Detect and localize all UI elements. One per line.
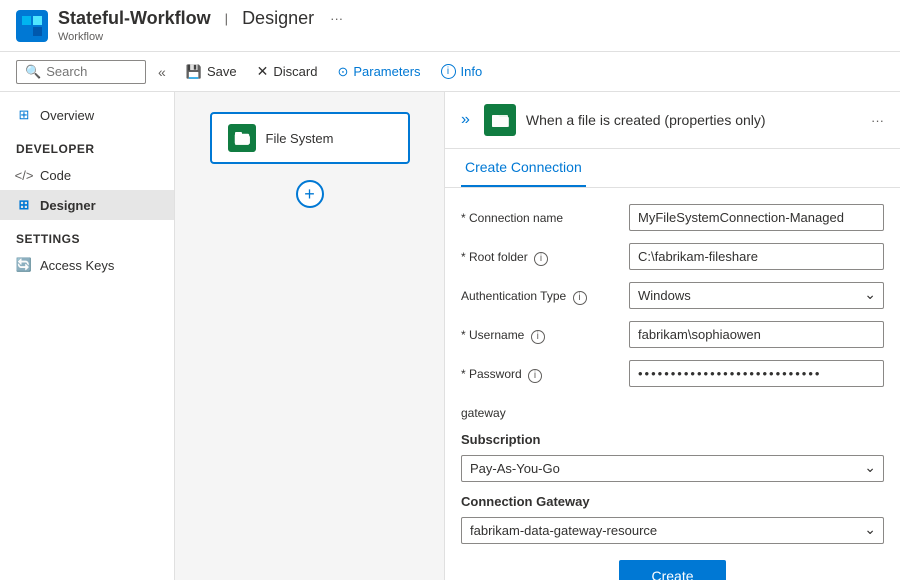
sidebar-item-code[interactable]: </> Code [0, 160, 174, 190]
app-header: Stateful-Workflow | Designer ··· Workflo… [0, 0, 900, 52]
code-label: Code [40, 168, 71, 183]
access-keys-icon: 🔄 [16, 257, 32, 273]
connection-gateway-select[interactable]: fabrikam-data-gateway-resource [461, 517, 884, 544]
app-logo [16, 10, 48, 42]
sidebar-item-overview[interactable]: ⊞ Overview [0, 100, 174, 130]
subscription-section: Subscription Pay-As-You-Go [461, 432, 884, 482]
content-area: File System + » When a file is created (… [175, 92, 900, 580]
panel-header: » When a file is created (properties onl… [445, 92, 900, 149]
tab-create-connection[interactable]: Create Connection [461, 149, 586, 187]
connection-gateway-section: Connection Gateway fabrikam-data-gateway… [461, 494, 884, 544]
sidebar: ⊞ Overview Developer </> Code ⊞ Designer… [0, 92, 175, 580]
main-layout: ⊞ Overview Developer </> Code ⊞ Designer… [0, 92, 900, 580]
username-label: * Username i [461, 321, 621, 344]
sidebar-item-access-keys[interactable]: 🔄 Access Keys [0, 250, 174, 280]
discard-icon: ✕ [257, 63, 269, 80]
parameters-label: Parameters [353, 64, 420, 79]
developer-section-header: Developer [0, 130, 174, 160]
root-folder-input[interactable] [629, 243, 884, 270]
overview-icon: ⊞ [16, 107, 32, 123]
panel-header-icon [484, 104, 516, 136]
header-dots[interactable]: ··· [330, 11, 343, 26]
connection-gateway-title: Connection Gateway [461, 494, 884, 509]
search-input[interactable] [46, 64, 137, 79]
connection-name-input[interactable] [629, 204, 884, 231]
auth-type-row: Authentication Type i Windows [461, 282, 884, 309]
gateway-row: gateway [461, 399, 884, 420]
password-input[interactable] [629, 360, 884, 387]
sidebar-item-designer[interactable]: ⊞ Designer [0, 190, 174, 220]
file-system-icon [228, 124, 256, 152]
workflow-title: Stateful-Workflow [58, 8, 211, 29]
discard-button[interactable]: ✕ Discard [249, 59, 326, 84]
panel-header-title: When a file is created (properties only) [526, 112, 861, 128]
save-label: Save [207, 64, 237, 79]
connection-name-field [629, 204, 884, 231]
file-system-node[interactable]: File System [210, 112, 410, 164]
password-field [629, 360, 884, 387]
gateway-label: gateway [461, 399, 621, 420]
password-info-icon[interactable]: i [528, 369, 542, 383]
username-row: * Username i [461, 321, 884, 348]
action-panel: » When a file is created (properties onl… [445, 92, 900, 580]
save-button[interactable]: 💾 Save [178, 60, 245, 84]
auth-type-select[interactable]: Windows [629, 282, 884, 309]
breadcrumb: Workflow [58, 31, 343, 43]
password-row: * Password i [461, 360, 884, 387]
root-folder-label: * Root folder i [461, 243, 621, 266]
search-icon: 🔍 [25, 64, 41, 80]
password-label: * Password i [461, 360, 621, 383]
root-folder-info-icon[interactable]: i [534, 252, 548, 266]
discard-label: Discard [273, 64, 317, 79]
code-icon: </> [16, 167, 32, 183]
collapse-button[interactable]: « [150, 60, 174, 84]
search-box[interactable]: 🔍 [16, 60, 146, 84]
panel-tabs: Create Connection [445, 149, 900, 188]
connection-name-label: * Connection name [461, 204, 621, 225]
connection-name-row: * Connection name [461, 204, 884, 231]
designer-icon: ⊞ [16, 197, 32, 213]
root-folder-field [629, 243, 884, 270]
overview-label: Overview [40, 108, 94, 123]
auth-type-info-icon[interactable]: i [573, 291, 587, 305]
username-info-icon[interactable]: i [531, 330, 545, 344]
header-divider: | [225, 11, 228, 26]
save-icon: 💾 [186, 64, 202, 80]
workflow-canvas: File System + [175, 92, 445, 580]
subscription-select[interactable]: Pay-As-You-Go [461, 455, 884, 482]
panel-body: * Connection name * Root folder i [445, 188, 900, 580]
create-button[interactable]: Create [619, 560, 725, 580]
parameters-button[interactable]: ⊙ Parameters [329, 60, 428, 84]
panel-expand-icon[interactable]: » [461, 111, 470, 129]
subscription-title: Subscription [461, 432, 884, 447]
info-label: Info [461, 64, 483, 79]
canvas-node-label: File System [266, 131, 334, 146]
toolbar: 🔍 « 💾 Save ✕ Discard ⊙ Parameters i Info [0, 52, 900, 92]
settings-section-header: Settings [0, 220, 174, 250]
parameters-icon: ⊙ [337, 64, 348, 80]
username-input[interactable] [629, 321, 884, 348]
page-subtitle: Designer [242, 8, 314, 29]
auth-type-field: Windows [629, 282, 884, 309]
designer-label: Designer [40, 198, 96, 213]
access-keys-label: Access Keys [40, 258, 114, 273]
add-node-button[interactable]: + [296, 180, 324, 208]
root-folder-row: * Root folder i [461, 243, 884, 270]
info-button[interactable]: i Info [433, 60, 491, 83]
username-field [629, 321, 884, 348]
info-icon: i [441, 64, 456, 79]
auth-type-label: Authentication Type i [461, 282, 621, 305]
panel-header-dots[interactable]: ··· [871, 113, 884, 128]
header-info: Stateful-Workflow | Designer ··· Workflo… [58, 8, 343, 43]
